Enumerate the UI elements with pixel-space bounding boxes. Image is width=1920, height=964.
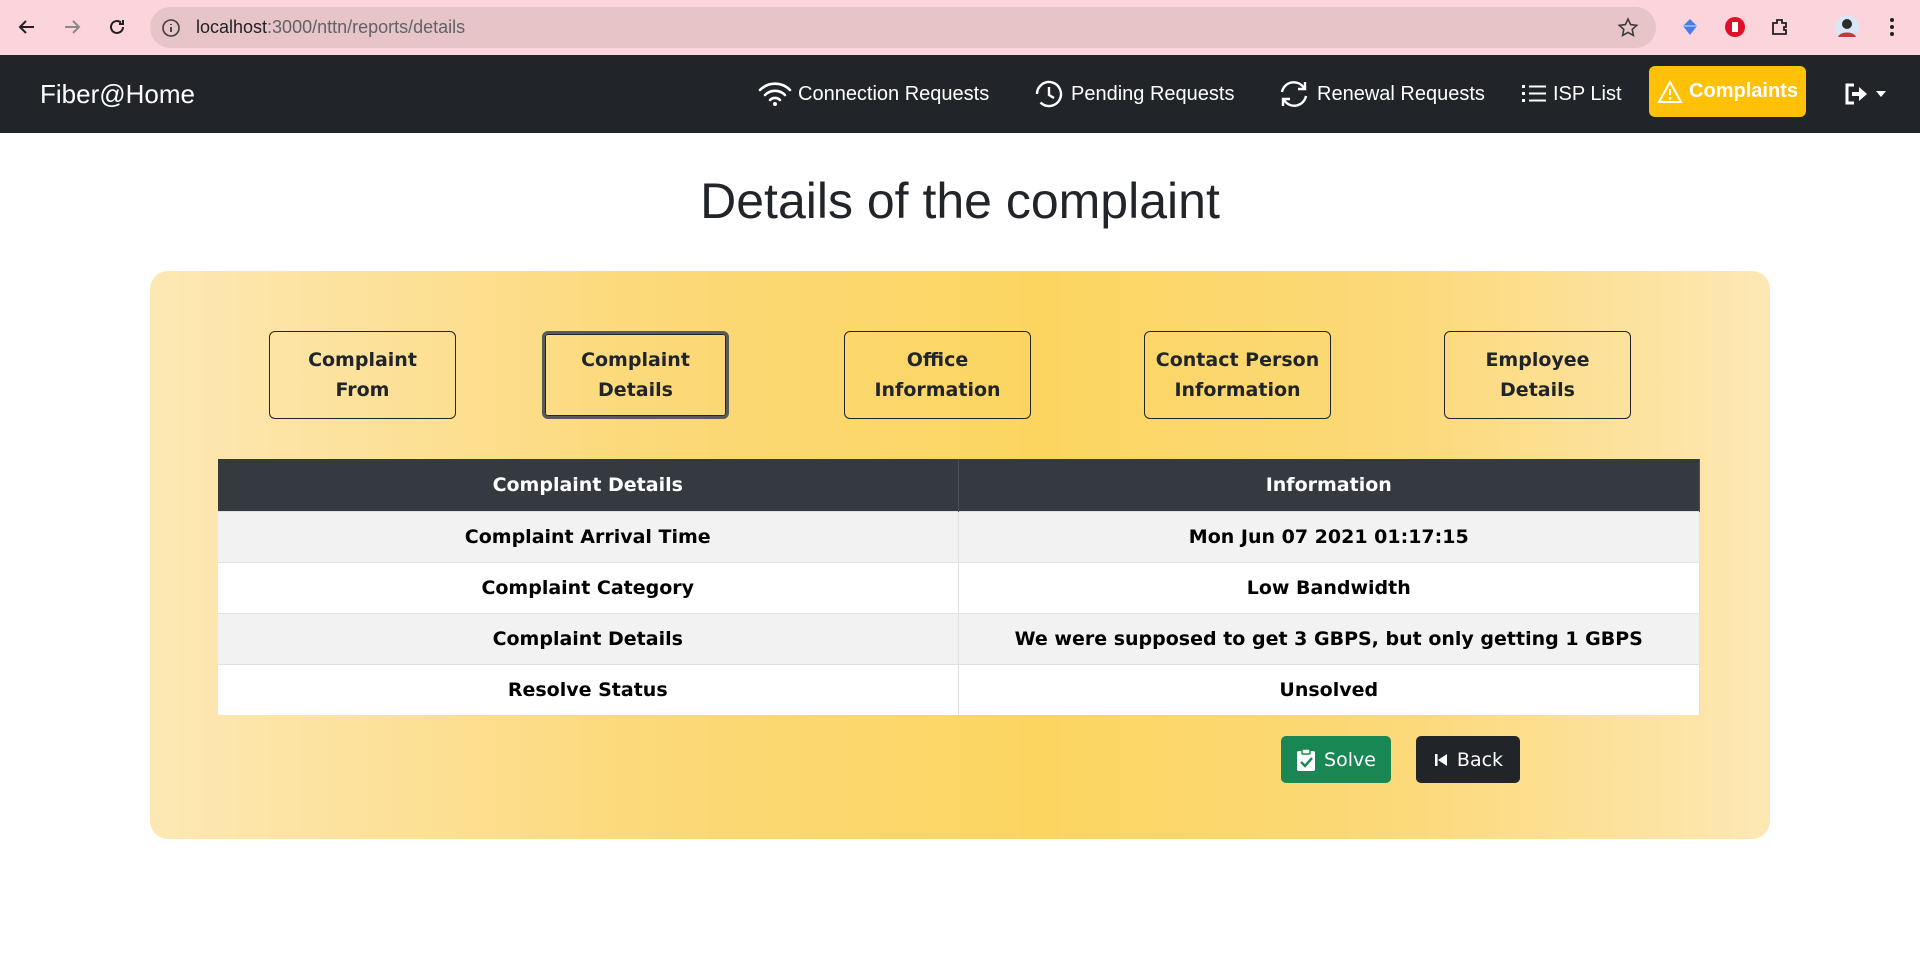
table-row: Complaint Details We were supposed to ge… [218,612,1700,664]
nav-renewal-requests-label: Renewal Requests [1317,82,1485,105]
nav-connection-requests[interactable]: Connection Requests [758,55,989,133]
tab-employee-details[interactable]: Employee Details [1444,331,1631,419]
nav-pending-requests[interactable]: Pending Requests [1033,55,1234,133]
clock-history-icon [1035,80,1063,108]
logout-dropdown[interactable] [1844,79,1892,109]
wifi-icon [758,82,792,106]
nav-isp-list-label: ISP List [1553,82,1622,105]
row-value: Mon Jun 07 2021 01:17:15 [958,510,1700,562]
warning-icon [1657,79,1683,103]
row-label: Resolve Status [218,663,959,715]
nav-connection-requests-label: Connection Requests [798,82,990,105]
extension-icon[interactable] [1766,13,1794,41]
profile-avatar[interactable] [1833,13,1861,41]
refresh-icon [1280,81,1308,107]
page-title: Details of the complaint [700,173,1220,229]
logout-icon [1845,83,1867,105]
nav-pending-requests-label: Pending Requests [1071,82,1235,105]
skip-back-icon [1434,753,1447,766]
solve-button-label: Solve [1324,748,1376,771]
browser-toolbar: localhost:3000/nttn/reports/details [0,0,1920,55]
tab-office-information[interactable]: Office Information [844,331,1031,419]
menu-kebab-icon[interactable] [1878,13,1906,41]
forward-arrow-icon[interactable] [57,12,87,42]
complaint-panel: Complaint From Complaint Details Office … [150,271,1770,839]
details-table: Complaint Details Information Complaint … [218,459,1700,715]
site-info-icon[interactable] [160,17,182,39]
back-button-label: Back [1456,748,1504,771]
clipboard-check-icon [1297,747,1316,771]
table-row: Complaint Arrival Time Mon Jun 07 2021 0… [218,510,1700,562]
back-arrow-icon[interactable] [12,12,42,42]
list-icon [1522,85,1546,102]
reload-icon[interactable] [102,12,132,42]
column-header: Complaint Details [218,459,959,511]
solve-button[interactable]: Solve [1281,736,1391,783]
column-header: Information [958,459,1700,511]
nav-isp-list[interactable]: ISP List [1521,55,1622,133]
tab-contact-person-information[interactable]: Contact Person Information [1144,331,1331,419]
bookmark-star-icon[interactable] [1616,16,1640,40]
row-label: Complaint Details [218,612,959,664]
table-header-row: Complaint Details Information [218,459,1700,511]
row-value: We were supposed to get 3 GBPS, but only… [958,612,1700,664]
app-navbar: Fiber@Home Connection Requests Pending R… [0,55,1920,133]
url-text[interactable]: localhost:3000/nttn/reports/details [196,7,465,48]
nav-complaints[interactable]: Complaints [1649,66,1806,117]
nav-renewal-requests[interactable]: Renewal Requests [1277,55,1485,133]
brand-logo[interactable]: Fiber@Home [40,55,195,133]
address-bar[interactable]: localhost:3000/nttn/reports/details [150,7,1656,48]
extension-shield-icon[interactable] [1721,13,1749,41]
table-row: Resolve Status Unsolved [218,663,1700,715]
url-path: :3000/nttn/reports/details [267,17,466,37]
row-label: Complaint Category [218,561,959,613]
row-value: Unsolved [958,663,1700,715]
url-host: localhost [196,17,268,37]
table-row: Complaint Category Low Bandwidth [218,561,1700,613]
nav-complaints-label: Complaints [1689,80,1798,102]
tab-complaint-details[interactable]: Complaint Details [542,331,729,419]
row-value: Low Bandwidth [958,561,1700,613]
tab-complaint-from[interactable]: Complaint From [269,331,456,419]
row-label: Complaint Arrival Time [218,510,959,562]
extension-diamond-icon[interactable] [1676,13,1704,41]
back-button[interactable]: Back [1416,736,1520,783]
caret-down-icon [1876,91,1886,97]
